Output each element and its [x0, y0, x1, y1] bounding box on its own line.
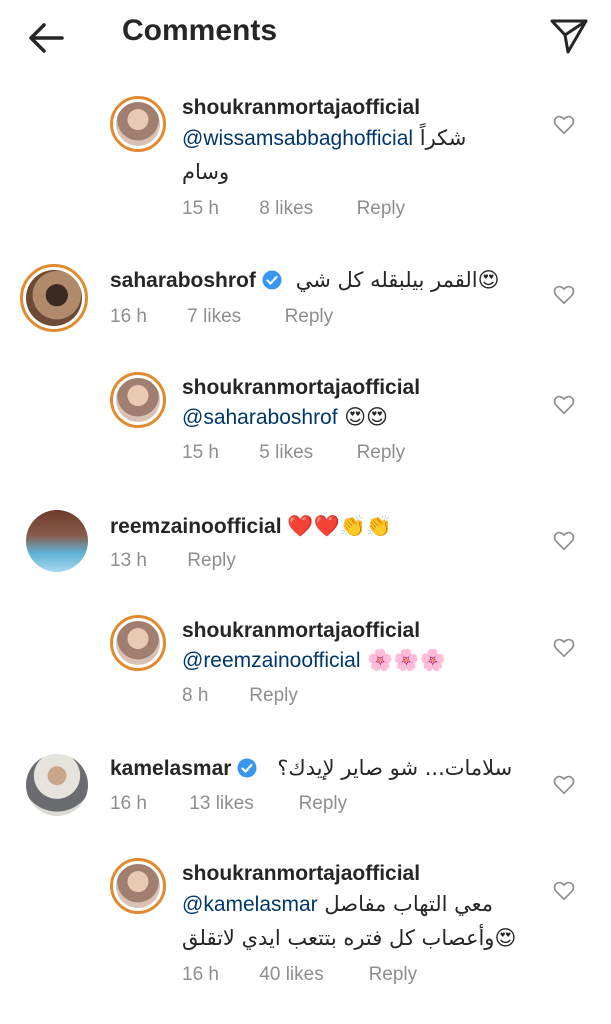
comment-likes[interactable]: 40 likes — [259, 964, 363, 986]
comment-meta: 16 h 7 likes Reply — [110, 306, 333, 328]
comment-time: 15 h — [182, 198, 219, 219]
avatar[interactable] — [26, 754, 88, 816]
comment-likes[interactable]: 5 likes — [259, 442, 351, 464]
mention-link[interactable]: @saharaboshrof — [182, 406, 338, 429]
comment-reply: shoukranmortajaofficial @saharaboshrof 😍… — [0, 372, 611, 472]
reply-button[interactable]: Reply — [187, 550, 236, 572]
mention-link[interactable]: @reemzainoofficial — [182, 649, 361, 672]
comment-emoji: 😍😍 — [344, 405, 389, 429]
heart-icon[interactable] — [553, 284, 575, 306]
avatar[interactable] — [110, 372, 166, 428]
comment-text-part: معي التهاب مفاصل — [324, 892, 494, 916]
heart-icon[interactable] — [553, 114, 575, 136]
comment-username: saharaboshrof 😍القمر بيلبقله كل شي — [110, 268, 500, 293]
comment-time: 8 h — [182, 685, 209, 706]
comment-meta: 15 h 5 likes Reply — [182, 442, 405, 464]
comment-reply: shoukranmortajaofficial @reemzainooffici… — [0, 615, 611, 715]
comment-text: @wissamsabbaghofficial شكراً — [182, 126, 466, 151]
avatar[interactable] — [20, 264, 88, 332]
comment-likes[interactable]: 13 likes — [189, 793, 293, 815]
reply-button[interactable]: Reply — [357, 198, 406, 220]
comment-meta: 15 h 8 likes Reply — [182, 198, 405, 220]
comment-meta: 8 h Reply — [182, 685, 298, 707]
comment-meta: 16 h 40 likes Reply — [182, 964, 417, 986]
comment-username: kamelasmar سلامات... شو صاير لإيدك؟ — [110, 756, 512, 781]
avatar[interactable] — [110, 96, 166, 152]
header: Comments — [0, 0, 611, 72]
avatar[interactable] — [110, 615, 166, 671]
comment-text-part: شكراً — [419, 126, 467, 150]
comment-text: @reemzainoofficial 🌸🌸🌸 — [182, 648, 446, 673]
comment-username[interactable]: shoukranmortajaofficial — [182, 376, 420, 400]
comment-text-line2: 😍وأعصاب كل فتره بتتعب ايدي لاتقلق — [182, 926, 517, 950]
comment: saharaboshrof 😍القمر بيلبقله كل شي 16 h … — [0, 260, 611, 340]
comment-username: reemzainoofficial ❤️❤️👏👏 — [110, 514, 392, 539]
heart-icon[interactable] — [553, 394, 575, 416]
arrow-left-icon — [29, 23, 64, 53]
reply-button[interactable]: Reply — [299, 793, 348, 815]
heart-icon[interactable] — [553, 774, 575, 796]
comment-username[interactable]: shoukranmortajaofficial — [182, 96, 420, 120]
comment-text: @kamelasmar معي التهاب مفاصل — [182, 892, 493, 917]
mention-link[interactable]: @wissamsabbaghofficial — [182, 127, 413, 150]
username-link[interactable]: saharaboshrof — [110, 269, 256, 292]
comment-time: 15 h — [182, 442, 219, 463]
reply-button[interactable]: Reply — [285, 306, 334, 328]
comment-time: 13 h — [110, 550, 147, 571]
reply-button[interactable]: Reply — [369, 964, 418, 986]
verified-badge-icon — [237, 758, 257, 778]
comment-emoji: 🌸🌸🌸 — [367, 648, 446, 672]
comment-emoji: ❤️❤️👏👏 — [287, 514, 392, 538]
avatar[interactable] — [26, 510, 88, 572]
username-link[interactable]: kamelasmar — [110, 757, 231, 780]
back-button[interactable] — [24, 16, 68, 60]
comment-time: 16 h — [182, 964, 219, 985]
comment-likes[interactable]: 7 likes — [187, 306, 279, 328]
heart-icon[interactable] — [553, 530, 575, 552]
comment-text: سلامات... شو صاير لإيدك؟ — [277, 756, 513, 780]
page-title: Comments — [122, 14, 278, 47]
comment-text-line2: وسام — [182, 160, 230, 184]
comment-meta: 13 h Reply — [110, 550, 236, 572]
comment-text: 😍القمر بيلبقله كل شي — [295, 268, 500, 292]
username-link[interactable]: reemzainoofficial — [110, 515, 282, 538]
heart-icon[interactable] — [553, 880, 575, 902]
avatar[interactable] — [110, 858, 166, 914]
comment-text: @saharaboshrof 😍😍 — [182, 405, 388, 430]
comment-meta: 16 h 13 likes Reply — [110, 793, 347, 815]
comment-likes[interactable]: 8 likes — [259, 198, 351, 220]
comment-username[interactable]: shoukranmortajaofficial — [182, 862, 420, 886]
reply-button[interactable]: Reply — [357, 442, 406, 464]
verified-badge-icon — [262, 270, 282, 290]
reply-button[interactable]: Reply — [249, 685, 298, 707]
heart-icon[interactable] — [553, 637, 575, 659]
comment-username[interactable]: shoukranmortajaofficial — [182, 619, 420, 643]
comment-reply: shoukranmortajaofficial @wissamsabbaghof… — [0, 92, 611, 232]
mention-link[interactable]: @kamelasmar — [182, 893, 318, 916]
paper-plane-icon — [550, 19, 588, 54]
comment-time: 16 h — [110, 306, 147, 327]
comment-reply: shoukranmortajaofficial @kamelasmar معي … — [0, 858, 611, 998]
comment-time: 16 h — [110, 793, 147, 814]
comment: kamelasmar سلامات... شو صاير لإيدك؟ 16 h… — [0, 750, 611, 830]
share-button[interactable] — [549, 16, 589, 56]
comment: reemzainoofficial ❤️❤️👏👏 13 h Reply — [0, 506, 611, 586]
